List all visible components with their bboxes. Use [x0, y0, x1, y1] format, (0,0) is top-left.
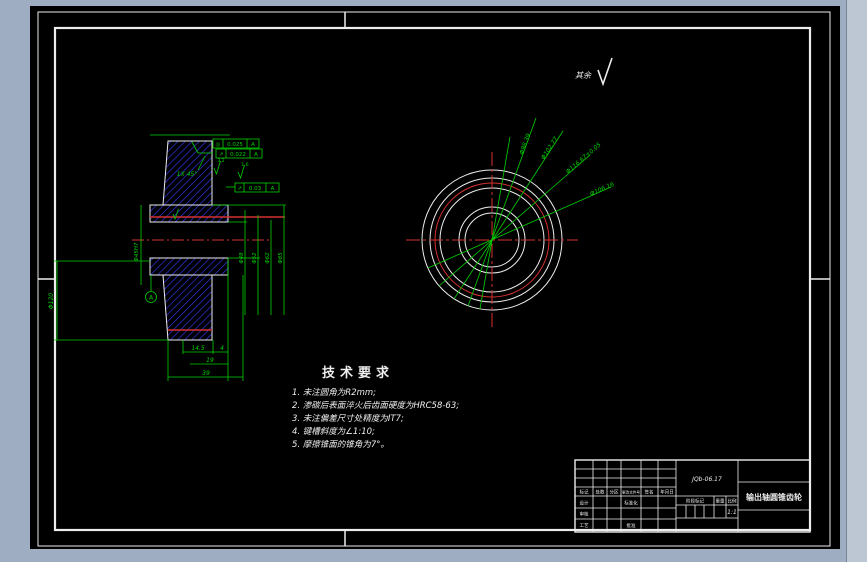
tech-req-item-5: 5. 摩擦锥面的锥角为7°。 [292, 439, 389, 450]
dim-w14-5: 14.5 [191, 345, 205, 352]
tech-req-item-1: 1. 未注圆角为R2mm; [292, 387, 376, 398]
radial-dim-1: Φ98.39 [518, 133, 532, 156]
dim-d52: Φ52 [252, 252, 258, 264]
roughness-value-2: 1.6 [241, 162, 248, 168]
tech-req-item-2: 2. 渗碳后表面淬火后齿面硬度为HRC58-63; [292, 400, 459, 411]
dim-outer: Φ120 [48, 293, 55, 309]
dim-w19: 19 [206, 357, 214, 364]
tb-label-design: 设计 [580, 500, 589, 507]
drawing-canvas: 其余 ◎ 0.025 A ↗ 0.022 A ↗ 0.03 A 1X 45° 3… [37, 11, 831, 547]
fcf3-datum: A [271, 186, 275, 192]
radial-dim-3: Φ116.67±0.05 [565, 141, 603, 175]
section-view: ◎ 0.025 A ↗ 0.022 A ↗ 0.03 A 1X 45° 3.2 … [48, 134, 286, 381]
tb-label-stage: 阶段标记 [686, 498, 704, 505]
tech-requirements: 技术要求 1. 未注圆角为R2mm; 2. 渗碳后表面淬火后齿面硬度为HRC58… [292, 365, 459, 450]
tb-label-mark: 标记 [580, 489, 589, 496]
tb-label-date: 年月日 [660, 489, 674, 496]
vertical-scrollbar[interactable] [846, 0, 867, 562]
tb-drawing-number: JQb-06.17 [691, 476, 722, 483]
tb-label-sign: 签名 [645, 489, 654, 496]
tb-label-zone: 分区 [610, 489, 619, 496]
tb-label-weight: 重量 [716, 498, 725, 505]
fcf3-tolerance: 0.03 [249, 186, 262, 192]
title-block: 标记 处数 分区 更改文件号 签名 年月日 设计 标准化 审核 工艺 批准 阶段… [574, 459, 811, 533]
tb-label-check: 审核 [580, 511, 589, 518]
tb-label-change-doc: 更改文件号 [622, 490, 640, 495]
surface-finish-note: 其余 [575, 57, 613, 87]
roughness-check-icon [597, 57, 613, 87]
fcf1-datum: A [251, 142, 255, 148]
tb-scale-value: 1:1 [727, 509, 737, 516]
dim-w39: 39 [202, 370, 210, 377]
radial-dim-2: Φ102.77 [540, 136, 560, 162]
fcf2-symbol: ↗ [219, 152, 224, 158]
tb-label-scale: 比例 [728, 498, 737, 505]
fcf1-symbol: ◎ [216, 142, 221, 148]
fcf3-symbol: ↗ [237, 186, 242, 192]
datum-letter: A [149, 295, 154, 302]
tb-label-count: 处数 [596, 489, 605, 496]
radial-dim-4: Φ106.16 [589, 181, 616, 198]
roughness-value-1: 3.2 [217, 158, 224, 164]
fcf2-tolerance: 0.022 [230, 152, 246, 158]
radial-leaders [427, 117, 612, 310]
front-view: Φ98.39 Φ102.77 Φ116.67±0.05 Φ106.16 [406, 117, 616, 330]
dim-d62: Φ62 [265, 252, 271, 264]
fcf1-tolerance: 0.025 [227, 142, 243, 148]
tech-req-item-4: 4. 键槽斜度为∠1:10; [292, 426, 375, 437]
tb-label-standardize: 标准化 [624, 500, 638, 507]
dim-d48: Φ48 [239, 252, 245, 264]
tech-req-title: 技术要求 [322, 365, 394, 381]
tb-label-approve: 批准 [627, 522, 636, 529]
surface-note-text: 其余 [575, 71, 592, 80]
dim-d85: Φ85 [278, 252, 284, 264]
cad-viewer-background: 其余 ◎ 0.025 A ↗ 0.022 A ↗ 0.03 A 1X 45° 3… [0, 0, 867, 562]
tech-req-item-3: 3. 未注偏差尺寸处精度为IT7; [292, 413, 404, 424]
fcf2-datum: A [254, 152, 258, 158]
chamfer-label: 1X 45° [177, 171, 197, 178]
dim-w4: 4 [220, 345, 224, 352]
tb-part-name: 输出轴圆锥齿轮 [746, 492, 802, 502]
dim-bore: Φ45H7 [134, 242, 140, 261]
tb-label-process: 工艺 [580, 523, 589, 529]
drawing-sheet: 其余 ◎ 0.025 A ↗ 0.022 A ↗ 0.03 A 1X 45° 3… [30, 6, 840, 549]
